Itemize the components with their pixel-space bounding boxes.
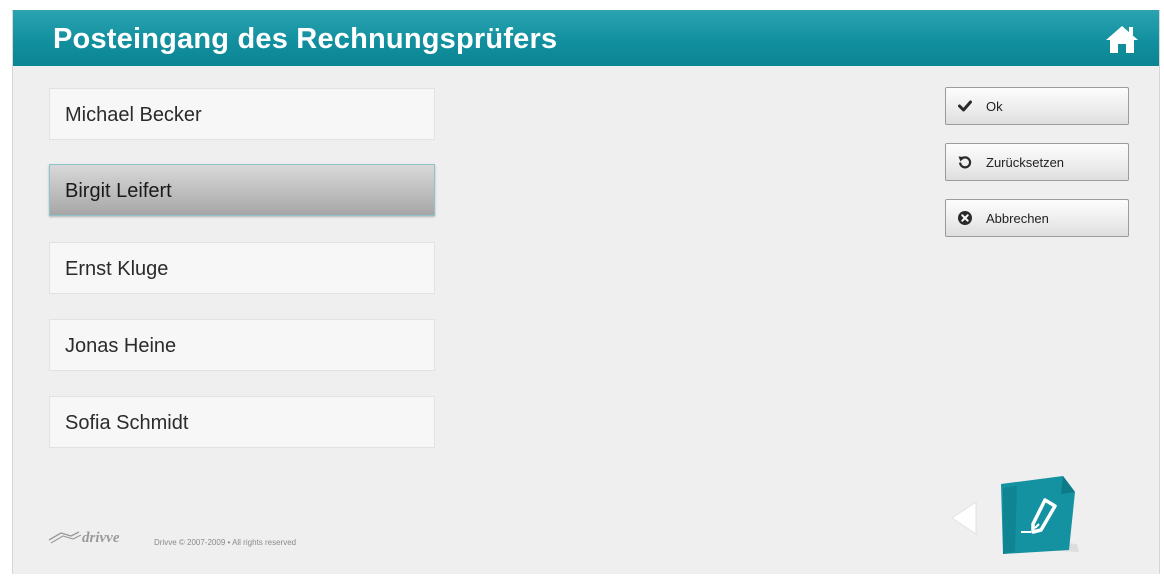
header-bar: Posteingang des Rechnungsprüfers [13,10,1159,66]
recipient-name: Jonas Heine [65,335,177,357]
recipient-item-jonas-heine[interactable]: Jonas Heine [49,319,435,371]
back-arrow-icon [951,501,977,535]
recipient-name: Birgit Leifert [65,180,172,202]
ok-label: Ok [986,99,1003,114]
reset-button[interactable]: Zurücksetzen [945,143,1129,181]
recipient-item-michael-becker[interactable]: Michael Becker [49,88,435,140]
cancel-label: Abbrechen [986,211,1049,226]
copyright-text: Drivve © 2007-2009 • All rights reserved [154,538,297,547]
home-button[interactable] [1105,24,1139,54]
home-icon [1106,26,1138,53]
undo-icon [958,156,972,169]
recipient-name: Michael Becker [65,104,202,126]
recipient-item-birgit-leifert[interactable]: Birgit Leifert [49,164,435,216]
app-window: Posteingang des Rechnungsprüfers Michael… [12,10,1160,574]
recipient-name: Ernst Kluge [65,258,169,280]
ok-button[interactable]: Ok [945,87,1129,125]
drivve-logo: drivve [47,527,129,547]
reset-label: Zurücksetzen [986,155,1065,170]
checkmark-icon [958,100,972,112]
recipient-item-sofia-schmidt[interactable]: Sofia Schmidt [49,396,435,448]
cancel-button[interactable]: Abbrechen [945,199,1129,237]
page-title: Posteingang des Rechnungsprüfers [53,23,558,55]
recipient-item-ernst-kluge[interactable]: Ernst Kluge [49,242,435,294]
brand-text: drivve [82,530,120,546]
document-pen-icon [993,470,1083,560]
close-circle-icon [958,211,972,225]
back-button[interactable] [948,498,978,538]
recipient-name: Sofia Schmidt [65,412,189,434]
